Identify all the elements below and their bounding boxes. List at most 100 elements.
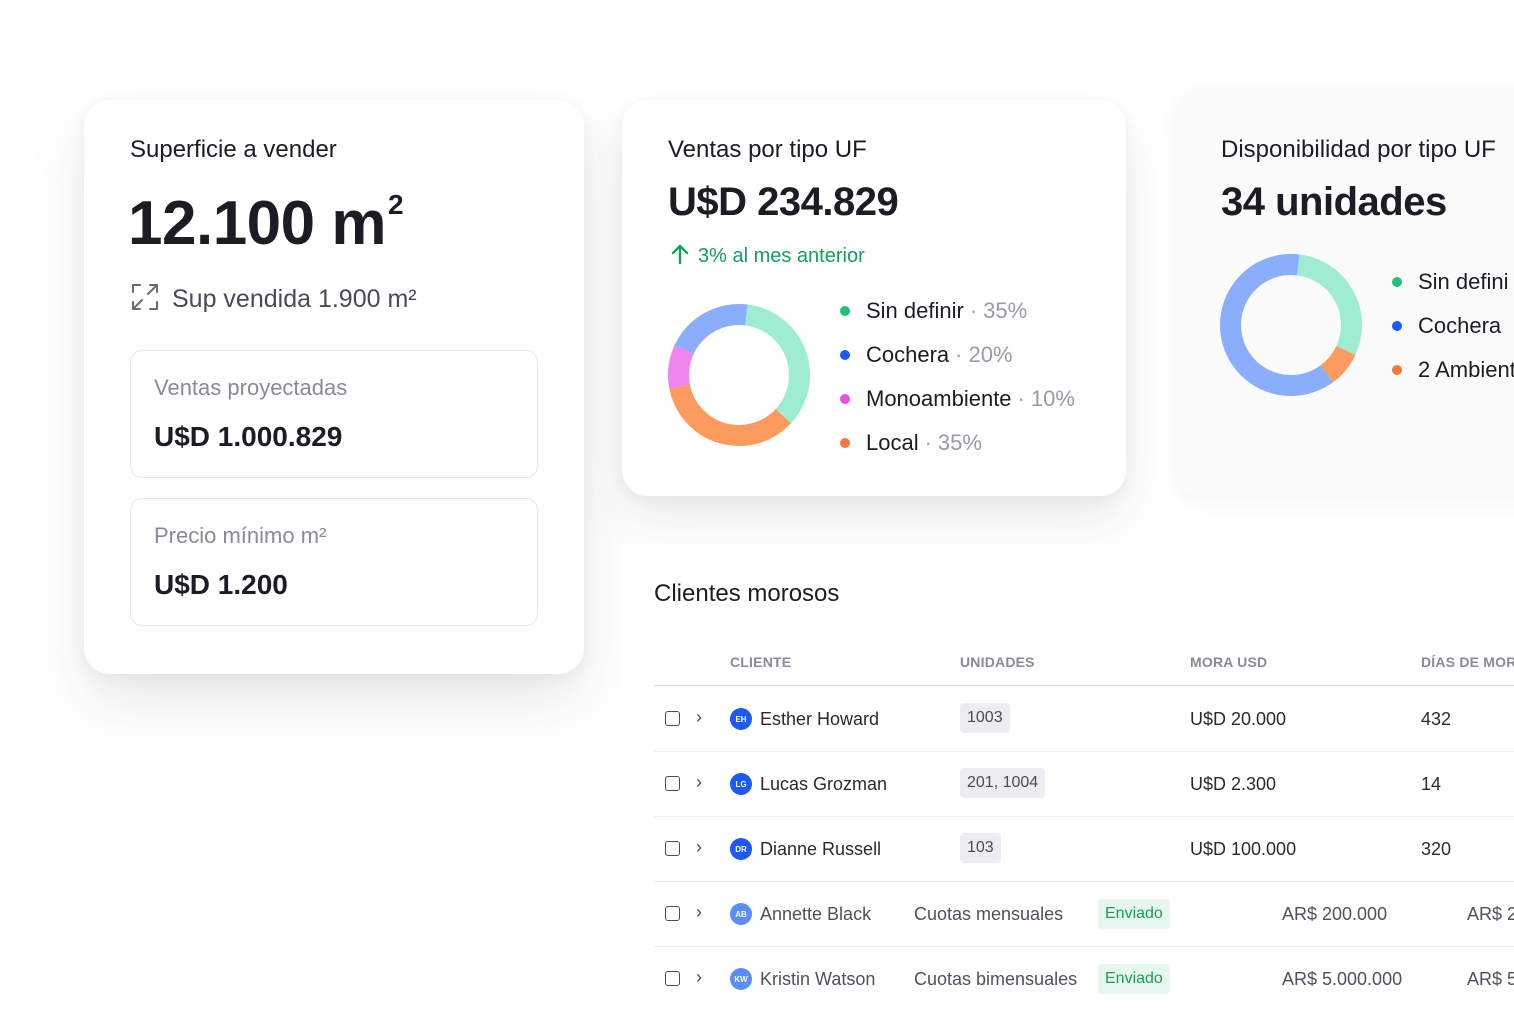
mora-value: U$D 20.000 — [1190, 709, 1287, 729]
amount-value: AR$ 5.000.000 — [1282, 969, 1403, 989]
table-header: CLIENTE UNIDADES MORA USD DÍAS DE MORA — [654, 632, 1514, 686]
units-chip: 103 — [960, 833, 1001, 863]
availability-donut-chart — [1220, 254, 1362, 396]
donut-segment-local — [669, 384, 792, 446]
arrow-up-icon — [670, 243, 690, 270]
avatar: EH — [730, 708, 752, 730]
donut-segment-sin-definir — [1296, 254, 1362, 355]
client-name: Esther Howard — [760, 709, 880, 729]
availability-card: Disponibilidad por tipo UF 34 unidades S… — [1176, 88, 1514, 496]
legend-dot — [840, 306, 850, 316]
sales-title: Ventas por tipo UF — [668, 136, 867, 163]
status-badge: Enviado — [1098, 964, 1170, 994]
legend-item-2-ambientes: 2 Ambient — [1392, 348, 1514, 392]
legend-pct: 10% — [1030, 386, 1075, 411]
dias-value: 320 — [1421, 839, 1452, 859]
amount-value-secondary: AR$ 2 — [1467, 904, 1514, 924]
dias-value: 432 — [1421, 709, 1452, 729]
units-chip: 201, 1004 — [960, 768, 1046, 798]
legend-label: Cochera — [866, 342, 950, 367]
cuota-type: Cuotas mensuales — [914, 904, 1064, 924]
availability-legend: Sin defini Cochera 2 Ambient — [1392, 260, 1514, 392]
legend-dot — [1392, 277, 1402, 287]
mora-value: U$D 100.000 — [1190, 839, 1297, 859]
sold-surface-label: Sup vendida 1.900 m² — [172, 285, 417, 313]
row-checkbox[interactable] — [665, 841, 680, 856]
legend-pct: 20% — [968, 342, 1013, 367]
legend-label: Local — [866, 430, 919, 455]
client-name: Dianne Russell — [760, 839, 882, 859]
surface-title: Superficie a vender — [130, 136, 337, 163]
table-row[interactable]: › LG Lucas Grozman 201, 1004 U$D 2.300 1… — [654, 752, 1514, 817]
availability-title: Disponibilidad por tipo UF — [1221, 136, 1496, 163]
legend-dot — [1392, 321, 1402, 331]
surface-value-number: 12.100 m — [128, 189, 387, 258]
client-name: Annette Black — [760, 904, 872, 924]
dias-value: 14 — [1421, 774, 1442, 794]
amount-value: AR$ 200.000 — [1282, 904, 1388, 924]
units-chip: 1003 — [960, 703, 1010, 733]
avatar: AB — [730, 903, 752, 925]
legend-item-cochera: Cochera — [1392, 304, 1514, 348]
clients-title: Clientes morosos — [654, 580, 840, 607]
row-checkbox[interactable] — [665, 711, 680, 726]
chevron-right-icon[interactable]: › — [696, 902, 702, 923]
legend-label: Sin defini — [1418, 269, 1509, 294]
clients-panel: Clientes morosos CLIENTE UNIDADES MORA U… — [618, 544, 1514, 1010]
sales-donut-chart — [668, 304, 810, 446]
expand-icon — [130, 282, 160, 317]
projected-sales-label: Ventas proyectadas — [154, 375, 348, 400]
legend-label: Cochera — [1418, 313, 1502, 338]
avatar: DR — [730, 838, 752, 860]
surface-card: Superficie a vender 12.100 m2 Sup vendid… — [84, 100, 584, 674]
legend-item-local: Local · 35% — [840, 421, 1075, 465]
projected-sales-box: Ventas proyectadas U$D 1.000.829 — [130, 350, 538, 478]
sales-trend: 3% al mes anterior — [670, 243, 865, 270]
table-row[interactable]: › AB Annette Black Cuotas mensuales Envi… — [654, 882, 1514, 947]
table-row[interactable]: › DR Dianne Russell 103 U$D 100.000 320 — [654, 817, 1514, 882]
avatar: LG — [730, 773, 752, 795]
legend-label: Monoambiente — [866, 386, 1012, 411]
row-checkbox[interactable] — [665, 776, 680, 791]
sales-trend-label: 3% al mes anterior — [698, 245, 865, 267]
column-header-unidades[interactable]: UNIDADES — [960, 654, 1035, 670]
sales-legend: Sin definir · 35% Cochera · 20% Monoambiente… — [840, 289, 1075, 465]
table-row[interactable]: › KW Kristin Watson Cuotas bimensuales E… — [654, 947, 1514, 1010]
donut-segment-cochera — [674, 304, 748, 354]
chevron-right-icon[interactable]: › — [696, 772, 702, 793]
column-header-dias[interactable]: DÍAS DE MORA — [1421, 654, 1514, 670]
min-price-value: U$D 1.200 — [154, 569, 288, 600]
cuota-type: Cuotas bimensuales — [914, 969, 1078, 989]
column-header-cliente[interactable]: CLIENTE — [730, 654, 791, 670]
mora-value: U$D 2.300 — [1190, 774, 1277, 794]
legend-dot — [840, 394, 850, 404]
legend-item-sin-definir: Sin defini — [1392, 260, 1514, 304]
client-name: Kristin Watson — [760, 969, 876, 989]
legend-item-monoambiente: Monoambiente · 10% — [840, 377, 1075, 421]
table-row[interactable]: › EH Esther Howard 1003 U$D 20.000 432 — [654, 687, 1514, 752]
legend-label: 2 Ambient — [1418, 357, 1514, 382]
legend-label: Sin definir — [866, 298, 964, 323]
surface-value-unit-exponent: 2 — [388, 189, 404, 220]
legend-dot — [840, 350, 850, 360]
amount-value-secondary: AR$ 5. — [1467, 969, 1514, 989]
column-header-mora[interactable]: MORA USD — [1190, 654, 1267, 670]
chevron-right-icon[interactable]: › — [696, 967, 702, 988]
status-badge: Enviado — [1098, 899, 1170, 929]
row-checkbox[interactable] — [665, 971, 680, 986]
min-price-box: Precio mínimo m² U$D 1.200 — [130, 498, 538, 626]
sold-surface-row: Sup vendida 1.900 m² — [130, 282, 417, 317]
chevron-right-icon[interactable]: › — [696, 707, 702, 728]
sales-value: U$D 234.829 — [668, 180, 899, 224]
client-name: Lucas Grozman — [760, 774, 888, 794]
legend-item-cochera: Cochera · 20% — [840, 333, 1075, 377]
row-checkbox[interactable] — [665, 906, 680, 921]
donut-segment-sin-definir — [744, 304, 810, 424]
chevron-right-icon[interactable]: › — [696, 837, 702, 858]
legend-dot — [840, 438, 850, 448]
availability-value: 34 unidades — [1221, 180, 1447, 224]
legend-pct: 35% — [937, 430, 982, 455]
surface-value: 12.100 m2 — [128, 188, 404, 259]
avatar: KW — [730, 968, 752, 990]
sales-card: Ventas por tipo UF U$D 234.829 3% al mes… — [622, 100, 1126, 496]
